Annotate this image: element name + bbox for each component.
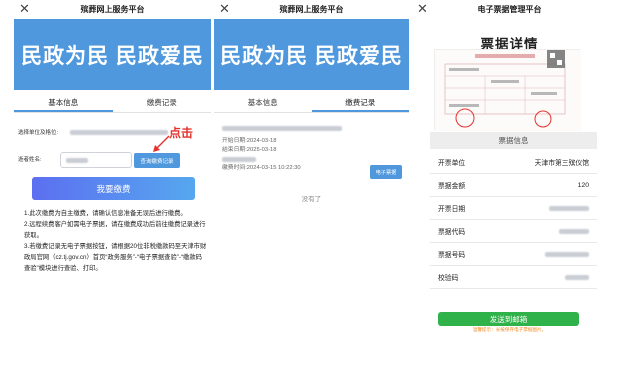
banner: 民政为民 民政爱民: [14, 19, 211, 90]
row-value-hidden: [559, 228, 589, 234]
record-start-date: 开始日期:2024-03-18: [222, 138, 277, 144]
arrow-icon: [153, 135, 170, 152]
invoice-detail-screen: ✕ 电子票据管理平台 票据详情 票据信息 开票单位 天津市第三殡仪馆 票据金额 …: [412, 0, 607, 367]
record-amount: [222, 157, 256, 162]
basic-info-screen: ✕ 殡葬网上服务平台 民政为民 民政爱民 基本信息 缴费记录 选择单位及格位: …: [14, 0, 211, 367]
no-more-text: 没有了: [301, 196, 322, 203]
pay-button[interactable]: 我要缴费: [32, 177, 195, 200]
unit-row: 选择单位及格位:: [18, 128, 169, 136]
tip-text: 温馨提示：长按保存电子票据图片。: [472, 327, 547, 332]
top-bar: ✕ 电子票据管理平台: [412, 0, 607, 19]
row-label: 开票单位: [438, 160, 466, 167]
app-title: 殡葬网上服务平台: [80, 5, 145, 14]
note-1: 1.此次缴费为自主缴费，请确认信息准备无误后进行缴费。: [24, 210, 187, 217]
close-icon[interactable]: ✕: [19, 1, 30, 17]
top-bar: ✕ 殡葬网上服务平台: [14, 0, 211, 19]
click-hint: 点击: [169, 126, 194, 140]
row-value-hidden: [549, 205, 589, 211]
payment-records-screen: ✕ 殡葬网上服务平台 民政为民 民政爱民 基本信息 缴费记录 开始日期:2024…: [214, 0, 409, 367]
record-end-date: 结束日期:2025-03-18: [222, 147, 277, 153]
row-invoice-number: 票据号码: [430, 243, 597, 266]
row-label: 票据金额: [438, 183, 466, 190]
row-label: 票据号码: [438, 252, 466, 259]
top-bar: ✕ 殡葬网上服务平台: [214, 0, 409, 19]
payer-label: 逝者姓名:: [18, 157, 42, 163]
row-value: 天津市第三殡仪馆: [534, 160, 589, 167]
notes: 1.此次缴费为自主缴费，请确认信息准备无误后进行缴费。 2.远程续费客户如需电子…: [24, 208, 207, 274]
note-2: 2.远程续费客户如需电子票据，请在缴费成功后前往缴费记录进行获取。: [24, 221, 206, 239]
payer-row: 逝者姓名:: [18, 155, 42, 163]
note-3: 3.若缴费记录无电子票据按钮，请根据20位非税缴款码至天津市财政局官网（cz.t…: [24, 243, 207, 272]
close-icon[interactable]: ✕: [417, 1, 428, 17]
row-label: 校验码: [438, 275, 459, 282]
tab-bar: 基本信息 缴费记录: [14, 93, 211, 113]
e-invoice-button[interactable]: 电子票据: [370, 165, 402, 179]
send-to-email-button[interactable]: 发送到邮箱: [438, 312, 579, 326]
row-value-hidden: [565, 274, 589, 280]
row-label: 票据代码: [438, 229, 466, 236]
query-records-button[interactable]: 查询缴费记录: [134, 153, 180, 168]
tab-payment-records[interactable]: 缴费记录: [113, 93, 212, 112]
row-invoice-code: 票据代码: [430, 220, 597, 243]
row-issuer: 开票单位 天津市第三殡仪馆: [430, 151, 597, 174]
app-title: 殡葬网上服务平台: [279, 5, 344, 14]
tab-payment-records[interactable]: 缴费记录: [311, 93, 409, 112]
record-title: [222, 126, 342, 131]
section-header: 票据信息: [430, 132, 597, 149]
app-title: 电子票据管理平台: [477, 5, 542, 14]
row-value: 120: [577, 181, 589, 189]
payer-name-input[interactable]: [60, 152, 132, 168]
close-icon[interactable]: ✕: [219, 1, 230, 17]
row-amount: 票据金额 120: [430, 174, 597, 197]
row-label: 开票日期: [438, 206, 466, 213]
tab-basic-info[interactable]: 基本信息: [14, 93, 113, 112]
row-issue-date: 开票日期: [430, 197, 597, 220]
receipt-drawing: [435, 50, 581, 131]
row-check-code: 校验码: [430, 266, 597, 289]
tab-bar: 基本信息 缴费记录: [214, 93, 409, 113]
unit-label: 选择单位及格位:: [18, 130, 59, 136]
receipt-image[interactable]: [434, 49, 581, 131]
banner: 民政为民 民政爱民: [214, 19, 409, 90]
payer-name-value: [66, 158, 88, 163]
tab-basic-info[interactable]: 基本信息: [214, 93, 312, 112]
row-value-hidden: [545, 251, 589, 257]
